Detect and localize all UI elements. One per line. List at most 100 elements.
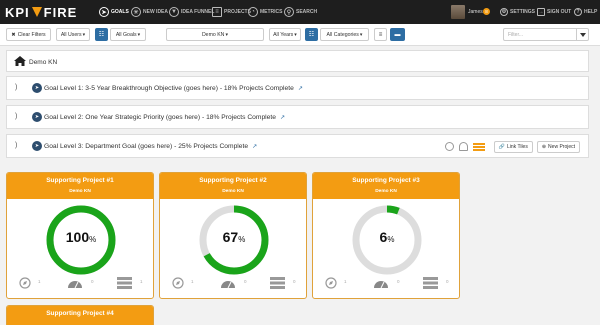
tile-view-button[interactable]: ▬ (390, 28, 405, 41)
compass-icon[interactable] (172, 277, 184, 289)
project-title[interactable]: Supporting Project #2 (160, 173, 306, 184)
goal-row-level-2[interactable]: ) ➤ Goal Level 2: One Year Strategic Pri… (6, 105, 589, 129)
nav-search-label: SEARCH (296, 9, 318, 15)
goal-level-2-text[interactable]: Goal Level 2: One Year Strategic Priorit… (44, 114, 285, 121)
nav-projects-label: PROJECTS (224, 9, 251, 15)
gauge-icon[interactable] (220, 277, 236, 289)
goal-row-level-1[interactable]: ) ➤ Goal Level 1: 3-5 Year Breakthrough … (6, 76, 589, 100)
goal-row-level-3[interactable]: ) ➤ Goal Level 3: Department Goal (goes … (6, 134, 589, 158)
logo-text-right: FIRE (43, 4, 78, 20)
compass-icon[interactable] (444, 142, 454, 151)
ideas-count: 1 (344, 279, 347, 284)
categories-hierarchy-button[interactable]: ☷ (305, 28, 318, 41)
tiles-icon[interactable] (472, 142, 485, 151)
tasks-count: 1 (140, 279, 143, 284)
project-card-footer: 1 0 0 (160, 277, 306, 293)
expand-chevron-icon[interactable]: ) (15, 84, 17, 91)
project-card[interactable]: Supporting Project #3 Demo KN 6% 1 0 0 (312, 172, 460, 299)
new-project-button[interactable]: ⊕ New Project (536, 140, 580, 153)
link-tiles-button[interactable]: 🔗 Link Tiles (493, 140, 533, 153)
page-title: Demo KN (29, 59, 58, 66)
nav-projects[interactable]: ≡ PROJECTS (212, 0, 251, 24)
goal-level-1-text[interactable]: Goal Level 1: 3-5 Year Breakthrough Obje… (44, 85, 303, 92)
gear-icon: ⚙ (500, 8, 508, 16)
caret-down-icon: ▾ (294, 31, 297, 38)
metrics-count: 0 (244, 279, 247, 284)
user-name[interactable]: James (468, 9, 483, 15)
kpifire-logo[interactable]: KPI FIRE (5, 4, 77, 20)
caret-down-icon: ▾ (137, 31, 141, 38)
users-dropdown[interactable]: All Users ▾ (56, 28, 90, 41)
avatar[interactable] (451, 5, 465, 19)
goal-level-3-text[interactable]: Goal Level 3: Department Goal (goes here… (44, 143, 257, 150)
list-view-button[interactable]: ≡ (374, 28, 387, 41)
hierarchy-icon: ☷ (308, 32, 315, 38)
compass-icon[interactable] (325, 277, 337, 289)
gauge-icon[interactable] (373, 277, 389, 289)
goals-dropdown-label: All Goals (115, 31, 137, 38)
external-link-icon[interactable]: ↗ (280, 114, 285, 121)
goals-hierarchy-button[interactable]: ☷ (95, 28, 108, 41)
project-card[interactable]: Supporting Project #1 Demo KN 100% 1 0 1 (6, 172, 154, 299)
nav-search[interactable]: ⚲ SEARCH (284, 0, 317, 24)
nav-help-label: HELP (584, 9, 598, 15)
external-link-icon[interactable]: ↗ (252, 143, 257, 150)
nav-sign-out-label: SIGN OUT (547, 9, 572, 15)
external-link-icon[interactable]: ↗ (298, 85, 303, 92)
users-dropdown-label: All Users (60, 31, 82, 38)
project-title[interactable]: Supporting Project #3 (313, 173, 459, 184)
tasks-icon[interactable] (270, 277, 285, 289)
project-card[interactable]: Supporting Project #4 (6, 305, 154, 325)
funnel-icon: ▼ (169, 7, 179, 17)
organization-header: Demo KN (6, 50, 589, 72)
years-dropdown[interactable]: All Years ▾ (269, 28, 301, 41)
project-org: Demo KN (69, 189, 91, 194)
project-card-header: Supporting Project #3 Demo KN (313, 173, 459, 199)
progress-value: 6% (350, 229, 424, 245)
gauge-icon[interactable] (458, 142, 468, 151)
filter-button[interactable] (576, 28, 589, 41)
list-view-icon: ≡ (378, 31, 383, 38)
goal-level-1-label: Goal Level 1: 3-5 Year Breakthrough Obje… (44, 85, 294, 92)
nav-help[interactable]: ? HELP (574, 0, 597, 24)
organization-dropdown[interactable]: Demo KN ▾ (166, 28, 264, 41)
project-title[interactable]: Supporting Project #1 (7, 173, 153, 184)
expand-chevron-icon[interactable]: ) (15, 113, 17, 120)
percent-symbol: % (387, 235, 395, 244)
notification-badge[interactable]: 8 (483, 8, 490, 15)
ideas-count: 1 (38, 279, 41, 284)
compass-icon[interactable] (19, 277, 31, 289)
nav-metrics-label: METRICS (260, 9, 283, 15)
nav-settings-label: SETTINGS (510, 9, 536, 15)
link-icon: 🔗 (498, 143, 505, 150)
project-org: Demo KN (375, 189, 397, 194)
gauge-icon[interactable] (67, 277, 83, 289)
filter-input[interactable]: Filter... (503, 28, 577, 41)
expand-chevron-icon[interactable]: ) (15, 142, 17, 149)
nav-sign-out[interactable]: → SIGN OUT (537, 0, 571, 24)
caret-down-icon: ▾ (82, 31, 86, 38)
help-icon: ? (574, 8, 582, 16)
years-dropdown-label: All Years (273, 31, 294, 38)
tasks-count: 0 (293, 279, 296, 284)
projects-icon: ≡ (212, 7, 222, 17)
project-card[interactable]: Supporting Project #2 Demo KN 67% 1 0 0 (159, 172, 307, 299)
project-title[interactable]: Supporting Project #4 (7, 306, 153, 317)
tile-view-icon: ▬ (394, 31, 401, 38)
nav-goals-label: GOALS (111, 9, 129, 15)
gauge-icon: ◔ (248, 7, 258, 17)
nav-new-idea[interactable]: ☀ NEW IDEA (131, 0, 168, 24)
nav-goals[interactable]: ➤ GOALS (99, 0, 129, 24)
tasks-icon[interactable] (117, 277, 132, 289)
project-card-footer: 1 0 1 (7, 277, 153, 293)
home-icon (14, 56, 26, 66)
tasks-icon[interactable] (423, 277, 438, 289)
nav-metrics[interactable]: ◔ METRICS (248, 0, 283, 24)
categories-dropdown[interactable]: All Categories ▾ (320, 28, 369, 41)
nav-settings[interactable]: ⚙ SETTINGS (500, 0, 535, 24)
nav-idea-funnel[interactable]: ▼ IDEA FUNNEL (169, 0, 214, 24)
clear-filters-button[interactable]: ✖ Clear Filters (6, 28, 51, 41)
goals-dropdown[interactable]: All Goals ▾ (110, 28, 146, 41)
project-card-footer: 1 0 0 (313, 277, 459, 293)
sign-out-icon: → (537, 8, 545, 16)
